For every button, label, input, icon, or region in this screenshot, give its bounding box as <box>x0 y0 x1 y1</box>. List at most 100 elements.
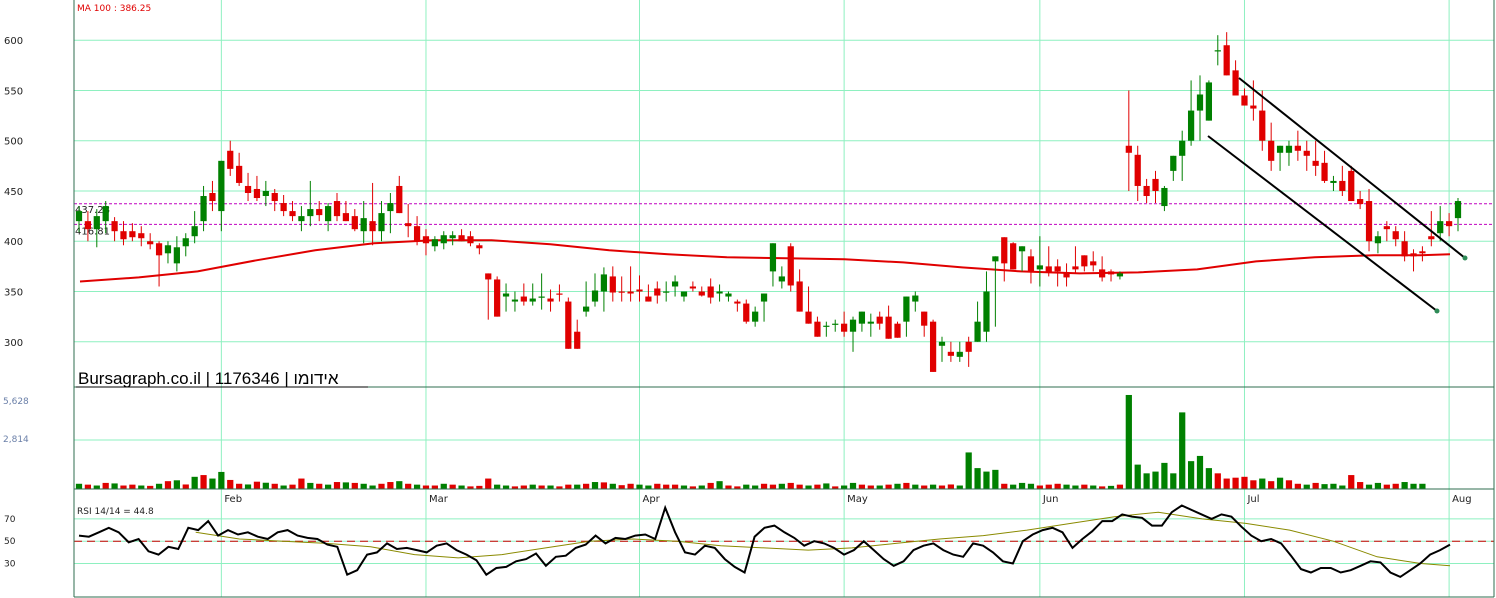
month-label-may: May <box>847 494 868 505</box>
volume-bar <box>698 485 705 489</box>
candle-body <box>1170 155 1177 171</box>
volume-bar <box>494 484 501 489</box>
volume-bar <box>413 484 421 489</box>
volume-bar <box>903 482 910 489</box>
volume-bar <box>1143 473 1150 489</box>
volume-bar <box>458 485 465 489</box>
candle-body <box>316 209 323 216</box>
candle-body <box>823 325 830 327</box>
candle-body <box>520 296 527 302</box>
candle-body <box>1179 140 1186 156</box>
candle-body <box>1374 236 1382 244</box>
candle-body <box>324 206 332 222</box>
candle-body <box>476 245 483 249</box>
volume-bar <box>1170 473 1177 489</box>
candle-body <box>1099 269 1106 278</box>
volume-bar <box>200 475 207 489</box>
candle-body <box>200 196 207 222</box>
volume-bar <box>1214 473 1221 489</box>
volume-bar <box>769 484 777 489</box>
volume-bar <box>1054 483 1061 489</box>
volume-bar <box>333 482 341 489</box>
candle-body <box>1027 256 1035 272</box>
candle-body <box>485 273 492 280</box>
candle-body <box>609 276 616 293</box>
volume-bar <box>253 481 261 489</box>
candle-body <box>689 286 696 289</box>
volume-bar <box>84 484 92 489</box>
candle-body <box>849 319 857 332</box>
candle-body <box>1152 178 1159 191</box>
candle-body <box>173 247 180 264</box>
volume-bar <box>1303 484 1310 489</box>
month-label-feb: Feb <box>224 494 242 505</box>
candle-body <box>1321 162 1328 181</box>
candle-body <box>1365 201 1373 242</box>
candle-body <box>983 291 990 332</box>
volume-bar <box>823 483 830 489</box>
volume-bar <box>209 478 216 489</box>
candle-body <box>333 201 341 217</box>
volume-bar <box>164 481 172 489</box>
candle-body <box>894 323 901 338</box>
candle-body <box>1018 246 1026 252</box>
candle-body <box>1134 154 1141 186</box>
candle-body <box>1072 266 1079 270</box>
volume-bar <box>849 482 857 489</box>
candle-body <box>627 291 634 294</box>
level-label: 416.81 <box>75 226 110 237</box>
candle-body <box>867 321 874 324</box>
volume-bar <box>129 484 136 489</box>
volume-bar <box>1205 468 1213 489</box>
candle-body <box>182 238 189 247</box>
volume-bar <box>1348 475 1355 489</box>
volume-bar <box>387 482 394 489</box>
volume-bar <box>289 484 296 489</box>
candle-body <box>965 341 972 352</box>
candle-body <box>583 306 590 312</box>
candle-body <box>360 218 367 232</box>
volume-bar <box>956 485 963 489</box>
volume-bar <box>396 481 403 489</box>
candle-body <box>449 235 456 239</box>
volume-bar <box>316 483 323 489</box>
volume-bar <box>1250 480 1257 489</box>
volume-bar <box>1116 484 1124 489</box>
candle-body <box>947 351 954 356</box>
candle-body <box>796 281 803 312</box>
volume-bar <box>1063 484 1070 489</box>
candle-body <box>1303 150 1310 156</box>
candle-body <box>351 216 358 230</box>
candle-body <box>120 231 127 240</box>
candle-body <box>1187 110 1195 141</box>
volume-bar <box>1410 483 1417 489</box>
candle-body <box>1143 185 1150 197</box>
volume-bar <box>182 484 189 489</box>
rsi-tick-label: 50 <box>4 537 16 547</box>
candle-body <box>1454 201 1462 219</box>
volume-bar <box>938 485 946 489</box>
volume-bar <box>1134 464 1141 489</box>
volume-bar <box>627 483 634 489</box>
volume-bar <box>1125 394 1132 489</box>
rsi-tick-label: 30 <box>4 560 16 570</box>
candle-body <box>369 221 376 232</box>
candle-body <box>769 243 777 272</box>
candle-body <box>938 341 946 346</box>
candle-body <box>422 236 430 244</box>
volume-bar <box>1383 484 1390 489</box>
candle-body <box>841 323 848 332</box>
candle-body <box>921 311 928 326</box>
volume-bar <box>1179 412 1186 489</box>
candle-body <box>84 221 92 230</box>
volume-bar <box>262 482 269 489</box>
volume-bar <box>1365 484 1373 489</box>
candle-body <box>1232 70 1239 96</box>
volume-bar <box>1036 485 1043 489</box>
candle-body <box>262 190 269 197</box>
candle-body <box>511 299 519 302</box>
candle-body <box>1107 271 1115 275</box>
candle <box>787 243 794 292</box>
price-tick-label: 550 <box>4 86 23 97</box>
candle-body <box>1312 160 1319 166</box>
